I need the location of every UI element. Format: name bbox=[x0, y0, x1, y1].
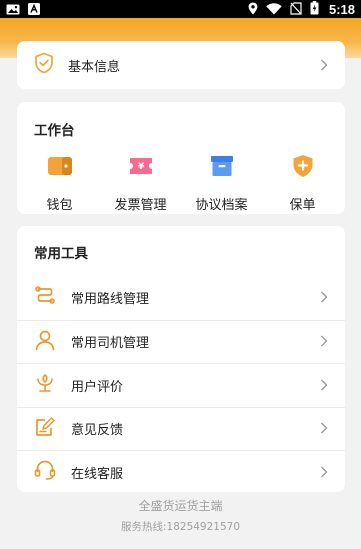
workbench-item-invoice[interactable]: ¥ 发票管理 bbox=[101, 154, 181, 213]
tool-item-label: 在线客服 bbox=[71, 466, 124, 482]
basic-info-row[interactable]: 基本信息 bbox=[17, 41, 345, 89]
tools-title: 常用工具 bbox=[34, 246, 88, 262]
workbench-grid: 钱包 ¥ 发票管理 协议档案 保单 bbox=[17, 154, 345, 213]
chevron-right-icon bbox=[320, 419, 328, 438]
tools-card: 常用工具 常用路线管理 常用司机管理 用户评价 意见反馈 在线客服 bbox=[17, 226, 345, 492]
chevron-right-icon bbox=[320, 56, 328, 75]
tool-item-label: 常用司机管理 bbox=[71, 336, 150, 352]
workbench-item-label: 钱包 bbox=[46, 198, 73, 213]
archive-icon bbox=[209, 154, 235, 182]
tool-item-drivers[interactable]: 常用司机管理 bbox=[17, 319, 345, 364]
tool-item-support[interactable]: 在线客服 bbox=[17, 450, 345, 494]
chevron-right-icon bbox=[320, 463, 328, 482]
shield-check-icon bbox=[34, 52, 54, 78]
basic-info-label: 基本信息 bbox=[68, 59, 121, 75]
workbench-item-label: 协议档案 bbox=[195, 198, 248, 213]
tool-item-rating[interactable]: 用户评价 bbox=[17, 363, 345, 407]
workbench-item-archive[interactable]: 协议档案 bbox=[182, 154, 262, 213]
location-icon bbox=[248, 0, 258, 19]
driver-icon bbox=[34, 329, 56, 355]
insurance-icon bbox=[290, 154, 316, 182]
tools-list: 常用路线管理 常用司机管理 用户评价 意见反馈 在线客服 bbox=[17, 276, 345, 494]
workbench-item-label: 保单 bbox=[289, 198, 316, 213]
rating-icon bbox=[34, 372, 56, 398]
tool-item-routes[interactable]: 常用路线管理 bbox=[17, 276, 345, 320]
workbench-item-label: 发票管理 bbox=[114, 198, 167, 213]
chevron-right-icon bbox=[320, 376, 328, 395]
tool-item-feedback[interactable]: 意见反馈 bbox=[17, 406, 345, 451]
tool-item-label: 用户评价 bbox=[71, 379, 124, 395]
invoice-icon: ¥ bbox=[128, 154, 154, 182]
chevron-right-icon bbox=[320, 332, 328, 351]
route-icon bbox=[34, 285, 56, 311]
wifi-icon bbox=[266, 0, 282, 19]
status-bar: 5:18 bbox=[0, 0, 361, 18]
footer-hotline[interactable]: 服务热线:18254921570 bbox=[0, 519, 361, 534]
tool-item-label: 常用路线管理 bbox=[71, 292, 150, 308]
workbench-card: 工作台 钱包 ¥ 发票管理 协议档案 保单 bbox=[17, 102, 345, 214]
battery-icon bbox=[310, 0, 319, 19]
app-icon bbox=[28, 0, 40, 19]
headset-icon bbox=[34, 459, 56, 485]
feedback-icon bbox=[34, 416, 56, 442]
no-sim-icon bbox=[290, 0, 302, 19]
chevron-right-icon bbox=[320, 288, 328, 307]
workbench-title: 工作台 bbox=[34, 123, 75, 139]
gallery-icon bbox=[6, 0, 20, 19]
svg-text:¥: ¥ bbox=[137, 162, 144, 172]
tool-item-label: 意见反馈 bbox=[71, 423, 124, 439]
workbench-item-wallet[interactable]: 钱包 bbox=[20, 154, 100, 213]
workbench-item-insurance[interactable]: 保单 bbox=[263, 154, 343, 213]
wallet-icon bbox=[47, 154, 73, 182]
footer-app-name: 全盛货运货主端 bbox=[138, 499, 223, 513]
clock: 5:18 bbox=[328, 1, 355, 17]
